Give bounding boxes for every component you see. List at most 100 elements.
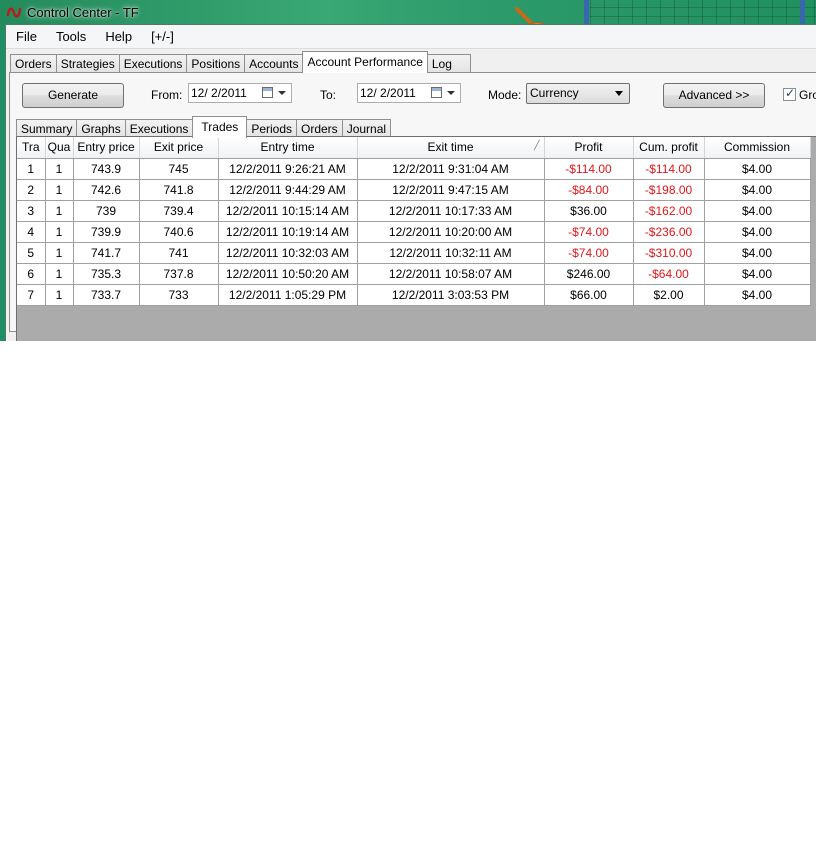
group-checkbox-label: Gro [799, 88, 816, 102]
tab-account-performance[interactable]: Account Performance [302, 51, 428, 73]
table-cell: $246.00 [544, 263, 634, 285]
table-cell: 741.8 [139, 179, 219, 201]
table-cell: -$198.00 [633, 179, 705, 201]
column-header-label: Exit time [427, 140, 474, 155]
column-header-label: Tra [21, 140, 40, 155]
table-cell: -$162.00 [633, 200, 705, 222]
column-header[interactable]: Qua [45, 137, 74, 159]
table-row[interactable]: 2 1 742.6 741.8 12/2/2011 9:44:29 AM 12/2/201… [17, 179, 811, 201]
table-cell: 733.7 [73, 284, 140, 306]
column-header[interactable]: Tra [17, 137, 46, 159]
to-date-value: 12/ 2/2011 [360, 86, 416, 100]
table-cell: 4 [17, 221, 46, 243]
window-title: Control Center - TF [27, 4, 139, 20]
column-header[interactable]: Commission [704, 137, 811, 159]
chevron-down-icon[interactable] [447, 91, 455, 95]
column-header-label: Qua [47, 140, 71, 155]
table-cell: 741 [139, 242, 219, 264]
table-row[interactable]: 7 1 733.7 733 12/2/2011 1:05:29 PM 12/2/2011 … [17, 284, 811, 306]
table-cell: 12/2/2011 10:50:20 AM [218, 263, 358, 285]
table-cell: 12/2/2011 10:19:14 AM [218, 221, 358, 243]
column-header-label: Commission [723, 140, 790, 155]
title-bar[interactable]: Control Center - TF [0, 0, 816, 24]
tab-trades[interactable]: Trades [192, 116, 248, 138]
table-cell: $4.00 [704, 158, 811, 180]
table-cell: 739.4 [139, 200, 219, 222]
menu-file[interactable]: File [6, 25, 46, 49]
table-row[interactable]: 5 1 741.7 741 12/2/2011 10:32:03 AM 12/2/2011… [17, 242, 811, 264]
tab-orders[interactable]: Orders [10, 54, 57, 73]
column-header[interactable]: Entry time [218, 137, 358, 159]
table-row[interactable]: 4 1 739.9 740.6 12/2/2011 10:19:14 AM 12/2/20… [17, 221, 811, 243]
from-date-picker[interactable]: 12/ 2/2011 [188, 83, 292, 103]
table-cell: $66.00 [544, 284, 634, 306]
checkmark-icon: ✓ [785, 86, 796, 100]
column-header-label: Profit [574, 140, 603, 155]
column-header[interactable]: Exit time ╱ [357, 137, 545, 159]
chevron-down-icon[interactable] [278, 91, 286, 95]
table-cell: 12/2/2011 10:20:00 AM [357, 221, 545, 243]
mode-select[interactable]: Currency [526, 83, 630, 104]
tab-strategies[interactable]: Strategies [55, 54, 120, 73]
table-cell: 12/2/2011 1:05:29 PM [218, 284, 358, 306]
table-cell: 12/2/2011 10:32:03 AM [218, 242, 358, 264]
group-checkbox[interactable]: ✓ [783, 86, 796, 101]
advanced-button[interactable]: Advanced >> [663, 83, 765, 108]
column-header[interactable]: Profit [544, 137, 634, 159]
table-cell: -$236.00 [633, 221, 705, 243]
table-cell: $4.00 [704, 179, 811, 201]
tab-log[interactable]: Log [426, 54, 471, 73]
table-row[interactable]: 3 1 739 739.4 12/2/2011 10:15:14 AM 12/2/2011… [17, 200, 811, 222]
app-window: Control Center - TF File Tools Help [+/-… [0, 0, 816, 341]
table-cell: 12/2/2011 9:26:21 AM [218, 158, 358, 180]
tab-accounts[interactable]: Accounts [244, 54, 304, 73]
calendar-icon[interactable] [262, 87, 273, 98]
to-label: To: [320, 88, 337, 102]
mode-label: Mode: [488, 88, 522, 102]
menu-help[interactable]: Help [95, 25, 141, 49]
table-cell: 743.9 [73, 158, 140, 180]
table-row[interactable]: 1 1 743.9 745 12/2/2011 9:26:21 AM 12/2/2011 … [17, 158, 811, 180]
generate-button[interactable]: Generate [22, 83, 124, 108]
table-cell: $4.00 [704, 263, 811, 285]
main-tab-strip: Orders Strategies Executions Positions A… [10, 51, 471, 73]
column-header[interactable]: Exit price [139, 137, 219, 159]
table-cell: 12/2/2011 9:44:29 AM [218, 179, 358, 201]
column-header[interactable]: Cum. profit [633, 137, 705, 159]
tab-positions[interactable]: Positions [186, 54, 246, 73]
table-header-row: Tra Qua Entry price Exit price Entry time Exi… [17, 137, 811, 159]
table-cell: 740.6 [139, 221, 219, 243]
account-performance-panel: Generate From: 12/ 2/2011 To: 12/ 2/2011… [9, 72, 816, 341]
menu-toggle[interactable]: [+/-] [141, 25, 183, 49]
column-header[interactable]: Entry price [73, 137, 140, 159]
table-cell: 12/2/2011 10:58:07 AM [357, 263, 545, 285]
menu-tools[interactable]: Tools [46, 25, 95, 49]
table-cell: 741.7 [73, 242, 140, 264]
from-label: From: [151, 88, 183, 102]
calendar-icon[interactable] [431, 87, 442, 98]
table-cell: 737.8 [139, 263, 219, 285]
table-cell: 2 [17, 179, 46, 201]
column-header-label: Entry price [77, 140, 135, 155]
table-cell: 1 [45, 179, 74, 201]
table-cell: 1 [45, 263, 74, 285]
table-cell: 3 [17, 200, 46, 222]
table-cell: 12/2/2011 10:32:11 AM [357, 242, 545, 264]
table-cell: 1 [45, 221, 74, 243]
tab-executions[interactable]: Executions [118, 54, 188, 73]
table-cell: 6 [17, 263, 46, 285]
sub-tab-strip: Summary Graphs Executions Trades Periods… [16, 116, 392, 138]
table-cell: 12/2/2011 3:03:53 PM [357, 284, 545, 306]
table-cell: 735.3 [73, 263, 140, 285]
table-cell: 12/2/2011 10:15:14 AM [218, 200, 358, 222]
table-cell: 5 [17, 242, 46, 264]
table-row[interactable]: 6 1 735.3 737.8 12/2/2011 10:50:20 AM 12/2/20… [17, 263, 811, 285]
table-cell: -$74.00 [544, 221, 634, 243]
table-cell: 1 [45, 242, 74, 264]
sort-indicator-icon: ╱ [534, 140, 540, 150]
to-date-picker[interactable]: 12/ 2/2011 [357, 83, 461, 103]
table-cell: 12/2/2011 9:31:04 AM [357, 158, 545, 180]
table-cell: 1 [45, 284, 74, 306]
table-cell: 1 [45, 200, 74, 222]
table-cell: -$114.00 [544, 158, 634, 180]
